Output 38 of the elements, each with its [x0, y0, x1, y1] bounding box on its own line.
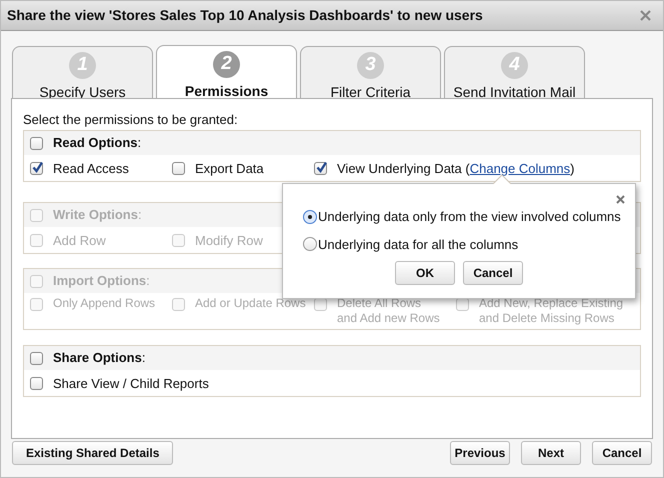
option-label: Read Access — [53, 160, 129, 176]
previous-button[interactable]: Previous — [450, 441, 510, 465]
radio-button[interactable] — [303, 237, 317, 252]
option-label: Modify Row — [195, 232, 263, 248]
radio-label: Underlying data only from the view involved columns — [318, 208, 621, 226]
option-label: Add New, Replace Existing and Delete Missing Rows — [479, 296, 624, 326]
close-icon[interactable] — [616, 195, 625, 204]
option-label: Export Data — [195, 160, 264, 176]
option-label: Delete All Rows and Add new Rows — [337, 296, 441, 326]
existing-shared-details-button[interactable]: Existing Shared Details — [12, 441, 174, 465]
section-title: Write Options: — [53, 206, 142, 224]
cancel-button[interactable]: Cancel — [463, 261, 523, 285]
option-label: Only Append Rows — [53, 296, 156, 311]
section-title: Read Options: — [53, 134, 142, 152]
option-label: View Underlying Data (Change Columns) — [337, 160, 575, 176]
option-label: Add or Update Rows — [195, 296, 306, 311]
section-title: Share Options: — [53, 349, 146, 368]
next-button[interactable]: Next — [521, 441, 581, 465]
tab-label: Permissions — [184, 82, 268, 101]
step-number: 2 — [213, 51, 240, 78]
checkbox[interactable] — [314, 162, 327, 174]
window-title: Share the view 'Stores Sales Top 10 Analysis Dashboards' to new users — [7, 6, 483, 25]
radio-label: Underlying data for all the columns — [318, 236, 518, 254]
close-icon[interactable] — [640, 10, 651, 21]
instruction-text: Select the permissions to be granted: — [23, 111, 239, 129]
ok-button[interactable]: OK — [395, 261, 455, 285]
checkbox[interactable] — [172, 162, 185, 174]
checkbox[interactable] — [30, 136, 43, 150]
checkbox[interactable] — [30, 162, 43, 174]
checkbox[interactable] — [30, 352, 43, 364]
checkbox[interactable] — [30, 376, 43, 390]
option-label: Share View / Child Reports — [53, 376, 209, 390]
change-columns-link[interactable]: Change Columns — [470, 160, 570, 176]
step-tab[interactable]: 2 Permissions — [156, 45, 297, 99]
cancel-button[interactable]: Cancel — [592, 441, 652, 465]
radio-button[interactable] — [303, 210, 317, 224]
option-label: Add Row — [53, 232, 106, 248]
section-title: Import Options: — [53, 272, 150, 290]
